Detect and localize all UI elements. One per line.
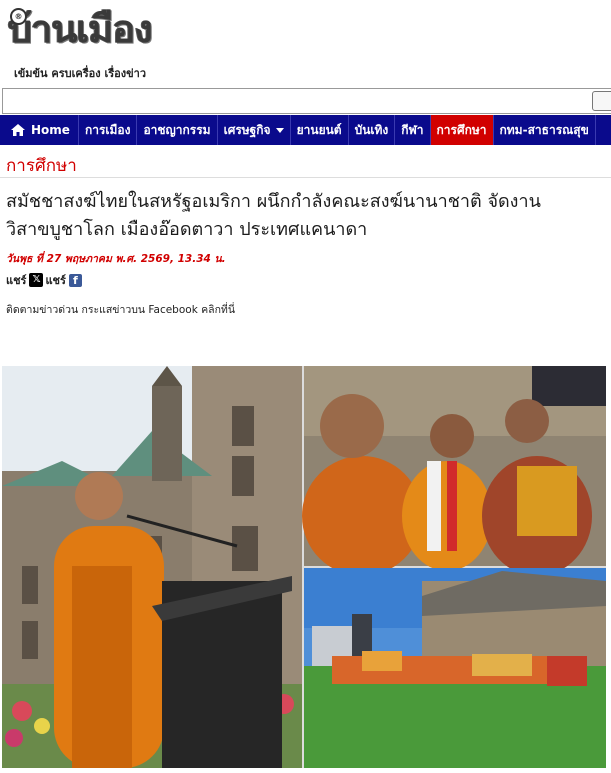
nav-item-sports[interactable]: กีฬา: [395, 115, 431, 145]
facebook-share-icon[interactable]: f: [68, 273, 82, 287]
nav-item-automotive[interactable]: ยานยนต์: [291, 115, 349, 145]
share-label: แชร์: [45, 274, 66, 287]
nav-item-economy[interactable]: เศรษฐกิจ: [218, 115, 291, 145]
nav-item-crime[interactable]: อาชญากรรม: [137, 115, 218, 145]
section-divider: [0, 177, 611, 178]
article-date: วันพุธ ที่ 27 พฤษภาคม พ.ศ. 2569, 13.34 น…: [6, 253, 226, 265]
registered-mark-icon: ®: [10, 8, 27, 25]
logo-wordmark[interactable]: บ้านเมือง: [8, 6, 153, 52]
search-input[interactable]: [2, 88, 611, 114]
site-logo[interactable]: บ้านเมือง ® เข้มข้น ครบเครื่อง เรื่องข่า…: [8, 6, 238, 80]
search-button[interactable]: [592, 91, 611, 111]
share-bar: แชร์ 𝕏 แชร์ f: [6, 271, 82, 289]
chevron-down-icon: [275, 128, 284, 133]
facebook-follow-link[interactable]: ติดตามข่าวด่วน กระแสข่าวบน Facebook คลิก…: [6, 301, 235, 318]
nav-item-entertainment[interactable]: บันเทิง: [349, 115, 396, 145]
x-share-icon[interactable]: 𝕏: [29, 273, 44, 287]
article-photo-collage: [2, 366, 606, 768]
nav-item-economy-label: เศรษฐกิจ: [223, 123, 271, 137]
main-nav: Home การเมือง อาชญากรรม เศรษฐกิจ ยานยนต์…: [0, 115, 611, 145]
nav-item-bangkok-health[interactable]: กทม-สาธารณสุข: [494, 115, 596, 145]
nav-home-label: Home: [31, 123, 70, 137]
site-tagline: เข้มข้น ครบเครื่อง เรื่องข่าว: [14, 67, 146, 80]
article-photo: [2, 366, 606, 768]
home-icon: [11, 124, 25, 136]
nav-home[interactable]: Home: [0, 115, 79, 145]
article-headline: สมัชชาสงฆ์ไทยในสหรัฐอเมริกา ผนึกกำลังคณะ…: [6, 191, 541, 240]
section-title[interactable]: การศึกษา: [6, 152, 77, 179]
nav-item-education[interactable]: การศึกษา: [430, 115, 494, 145]
share-label: แชร์: [6, 274, 27, 287]
nav-item-politics[interactable]: การเมือง: [79, 115, 138, 145]
